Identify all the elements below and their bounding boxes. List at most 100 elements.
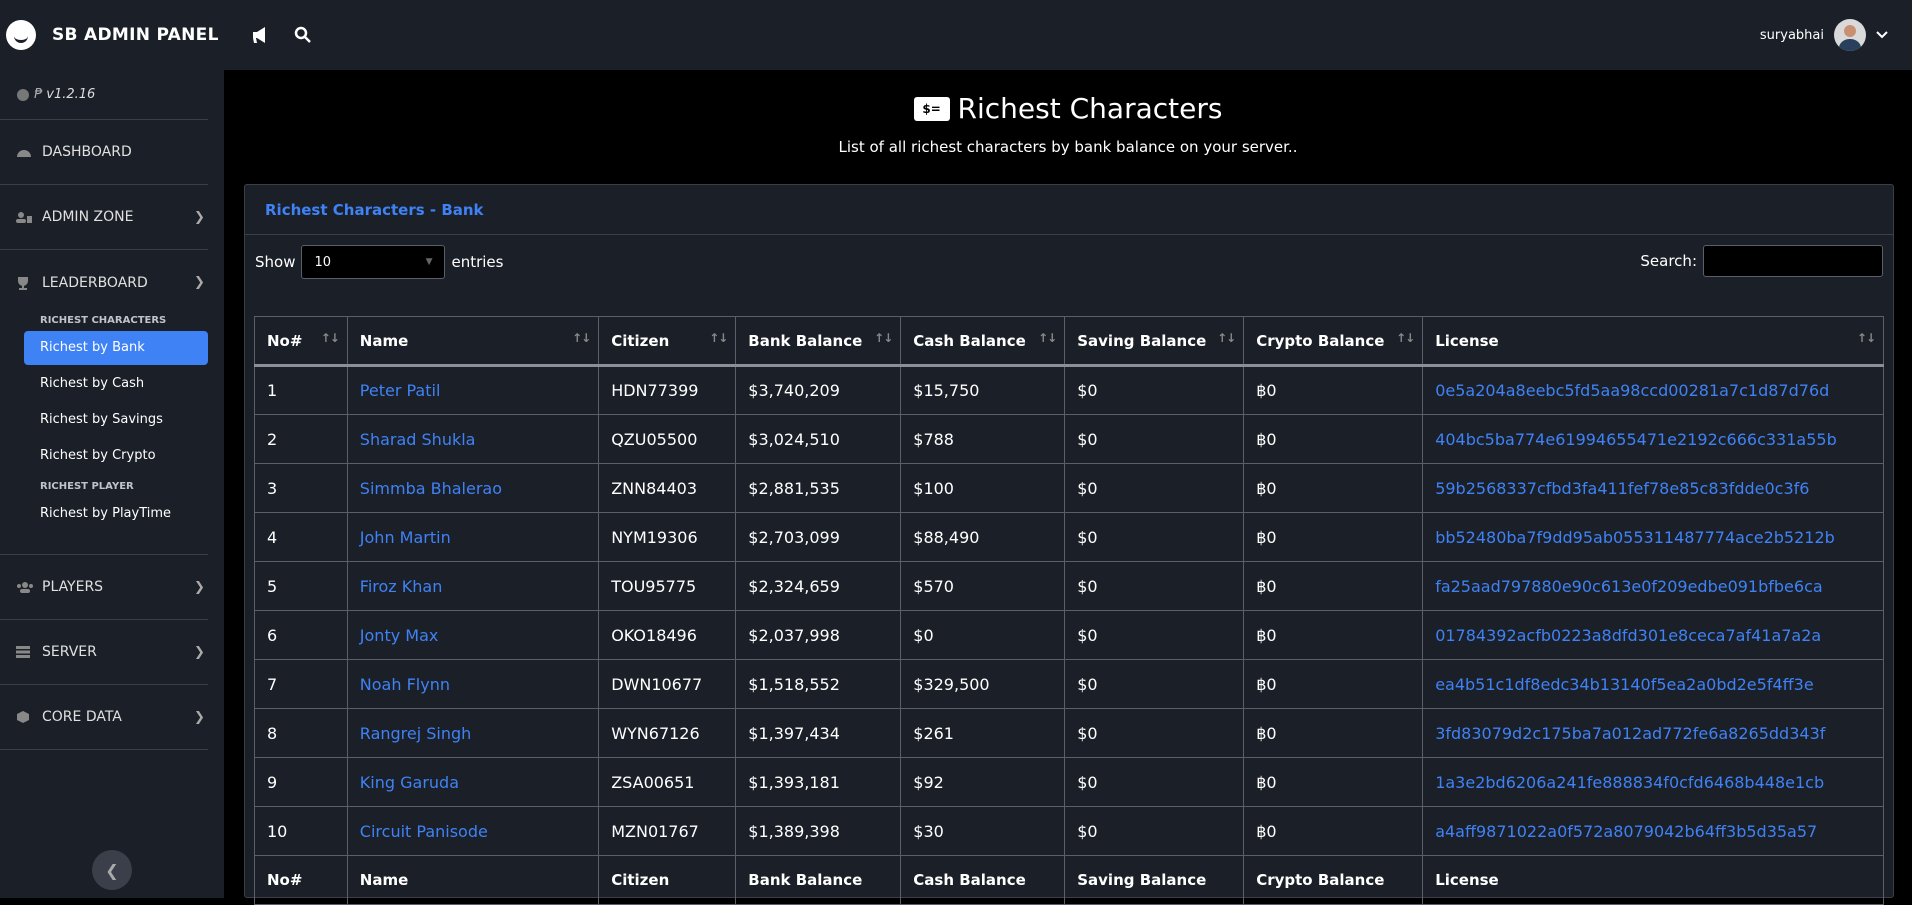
version-label: ₱ v1.2.16 [0,70,208,120]
table-row: 6 Jonty Max OKO18496 $2,037,998 $0 $0 ฿0 017843… [254,610,1884,660]
sidebar-collapse-button[interactable]: ❮ [92,850,132,890]
license-link[interactable]: ea4b51c1df8edc34b13140f5ea2a0bd2e5f4ff3e [1435,675,1814,694]
character-name-link[interactable]: Rangrej Singh [360,724,472,743]
sidebar-item-server[interactable]: SERVER ❯ [0,620,208,685]
sidebar-subitem-richest-cash[interactable]: Richest by Cash [24,367,208,401]
table-cell: 10 [254,806,348,856]
column-header-label: Bank Balance [748,331,863,350]
table-cell: WYN67126 [598,708,737,758]
character-name-link[interactable]: Jonty Max [360,626,439,645]
chevron-left-icon: ❮ [105,860,119,880]
table-cell: Circuit Panisode [346,806,600,856]
table-cell: $3,024,510 [735,414,902,464]
license-link[interactable]: 1a3e2bd6206a241fe888834f0cfd6468b448e1cb [1435,773,1824,792]
search-control: Search: [1640,245,1883,277]
table-cell: $0 [1064,610,1245,660]
brand-title: SB ADMIN PANEL [52,25,219,45]
table-cell: $1,389,398 [735,806,902,856]
character-name-link[interactable]: Noah Flynn [360,675,450,694]
sidebar-item-players[interactable]: PLAYERS ❯ [0,555,208,620]
license-link[interactable]: a4aff9871022a0f572a8079042b64ff3b5d35a57 [1435,822,1817,841]
search-input[interactable] [1703,245,1883,277]
brand[interactable]: SB ADMIN PANEL [0,0,224,70]
column-header[interactable]: Citizen ↑↓ [598,316,737,367]
column-header[interactable]: Name ↑↓ [346,316,600,367]
character-name-link[interactable]: Simmba Bhalerao [360,479,502,498]
sidebar-subitem-richest-playtime[interactable]: Richest by PlayTime [24,497,208,531]
chevron-right-icon: ❯ [194,709,205,725]
column-header-label: Crypto Balance [1256,331,1385,350]
search-icon[interactable] [292,24,314,46]
column-header-label: Name [359,331,409,350]
search-label: Search: [1640,252,1697,270]
column-header[interactable]: Cash Balance ↑↓ [900,316,1066,367]
license-link[interactable]: 404bc5ba774e61994655471e2192c666c331a55b [1435,430,1837,449]
license-link[interactable]: 59b2568337cfbd3fa411fef78e85c83fdde0c3f6 [1435,479,1809,498]
table-row: 2 Sharad Shukla QZU05500 $3,024,510 $788 $0 ฿0… [254,414,1884,464]
license-link[interactable]: fa25aad797880e90c613e0f209edbe091bfbe6ca [1435,577,1822,596]
table-cell: John Martin [346,512,600,562]
license-link[interactable]: 3fd83079d2c175ba7a012ad772fe6a8265dd343f [1435,724,1825,743]
sidebar-subitem-richest-bank[interactable]: Richest by Bank [24,331,208,365]
table-row: 10 Circuit Panisode MZN01767 $1,389,398 $30 $… [254,806,1884,856]
column-header[interactable]: Saving Balance ↑↓ [1064,316,1245,367]
entries-select[interactable]: 10 ▼ [301,245,446,279]
table-cell: 8 [254,708,348,758]
license-link[interactable]: 01784392acfb0223a8dfd301e8ceca7af41a7a2a [1435,626,1821,645]
table-cell: $30 [900,806,1066,856]
card-title: Richest Characters - Bank [245,185,1893,235]
table-cell: 1a3e2bd6206a241fe888834f0cfd6468b448e1cb [1422,757,1884,807]
sidebar-item-admin-zone[interactable]: ADMIN ZONE ❯ [0,185,208,250]
table-row: 9 King Garuda ZSA00651 $1,393,181 $92 $0 ฿0 1a3… [254,757,1884,807]
table-cell: $2,881,535 [735,463,902,513]
table-cell: ฿0 [1243,806,1424,856]
character-name-link[interactable]: Circuit Panisode [360,822,488,841]
table-cell: 01784392acfb0223a8dfd301e8ceca7af41a7a2a [1422,610,1884,660]
sort-icon: ↑↓ [572,331,591,345]
sidebar-subitem-richest-savings[interactable]: Richest by Savings [24,403,208,437]
table-cell: $0 [1064,757,1245,807]
top-navbar: SB ADMIN PANEL suryabhai [0,0,1912,70]
license-link[interactable]: bb52480ba7f9dd95ab055311487774ace2b5212b [1435,528,1835,547]
user-menu[interactable]: suryabhai [1760,19,1888,51]
table-cell: fa25aad797880e90c613e0f209edbe091bfbe6ca [1422,561,1884,611]
table-cell: ฿0 [1243,757,1424,807]
character-name-link[interactable]: Firoz Khan [360,577,443,596]
column-footer: Cash Balance [900,855,1066,905]
table-cell: 9 [254,757,348,807]
table-cell: 2 [254,414,348,464]
column-header[interactable]: Bank Balance ↑↓ [735,316,902,367]
table-cell: OKO18496 [598,610,737,660]
section-richest-characters: RICHEST CHARACTERS [40,314,167,326]
column-header[interactable]: Crypto Balance ↑↓ [1243,316,1424,367]
column-header-label: No# [267,331,303,350]
column-header[interactable]: No# ↑↓ [254,316,348,367]
column-header-label: Saving Balance [1077,331,1207,350]
character-name-link[interactable]: Peter Patil [360,381,441,400]
sidebar-item-leaderboard[interactable]: LEADERBOARD ❯ [0,250,208,315]
sort-icon: ↑↓ [1217,331,1236,345]
sidebar-item-core-data[interactable]: CORE DATA ❯ [0,685,208,750]
table-cell: HDN77399 [598,365,737,415]
column-footer: No# [254,855,348,905]
sidebar-item-dashboard[interactable]: DASHBOARD [0,120,208,185]
sidebar-item-label: LEADERBOARD [42,274,148,291]
sort-icon: ↑↓ [1396,331,1415,345]
character-name-link[interactable]: Sharad Shukla [360,430,476,449]
character-name-link[interactable]: John Martin [360,528,451,547]
table-row: 5 Firoz Khan TOU95775 $2,324,659 $570 $0 ฿0 fa2… [254,561,1884,611]
table-cell: ZSA00651 [598,757,737,807]
table-row: 3 Simmba Bhalerao ZNN84403 $2,881,535 $100 $0… [254,463,1884,513]
megaphone-icon[interactable] [250,24,272,46]
sidebar: ₱ v1.2.16 DASHBOARD ADMIN ZONE ❯ LEADERB… [0,70,224,898]
license-link[interactable]: 0e5a204a8eebc5fd5aa98ccd00281a7c1d87d76d [1435,381,1829,400]
section-richest-player: RICHEST PLAYER [40,480,134,492]
table-cell: ฿0 [1243,610,1424,660]
sidebar-subitem-richest-crypto[interactable]: Richest by Crypto [24,439,208,473]
sidebar-item-label: SERVER [42,644,97,660]
character-name-link[interactable]: King Garuda [360,773,459,792]
column-header[interactable]: License ↑↓ [1422,316,1884,367]
table-cell: bb52480ba7f9dd95ab055311487774ace2b5212b [1422,512,1884,562]
table-cell: 7 [254,659,348,709]
table-cell: $88,490 [900,512,1066,562]
